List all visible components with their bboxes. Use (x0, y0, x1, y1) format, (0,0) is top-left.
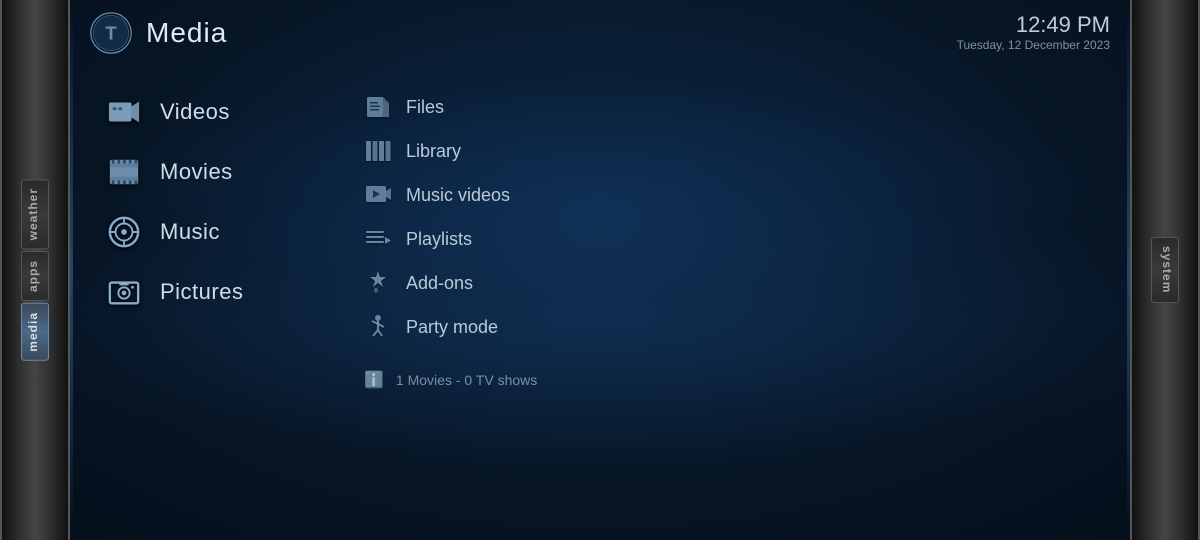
sub-item-files[interactable]: Files (350, 86, 551, 128)
sub-nav: Files Library (350, 84, 551, 400)
library-icon (364, 137, 392, 165)
music-icon (106, 214, 142, 250)
sub-label-add-ons: Add-ons (406, 273, 473, 294)
main-content: T Media 12:49 PM Tuesday, 12 December 20… (70, 0, 1130, 540)
sub-item-playlists[interactable]: Playlists (350, 218, 551, 260)
nav-item-music[interactable]: Music (90, 204, 310, 260)
nav-item-movies[interactable]: Movies (90, 144, 310, 200)
party-mode-icon (364, 313, 392, 341)
header-right: 12:49 PM Tuesday, 12 December 2023 (957, 12, 1110, 52)
files-icon (364, 93, 392, 121)
nav-item-pictures[interactable]: Pictures (90, 264, 310, 320)
clock: 12:49 PM (957, 12, 1110, 38)
sub-label-party-mode: Party mode (406, 317, 498, 338)
sidebar-item-weather[interactable]: weather (21, 179, 49, 249)
info-text: 1 Movies - 0 TV shows (396, 372, 537, 388)
music-videos-icon (364, 181, 392, 209)
sub-item-music-videos[interactable]: Music videos (350, 174, 551, 216)
header-left: T Media (90, 12, 227, 54)
nav-label-videos: Videos (160, 99, 230, 125)
info-icon: ℹ️ (364, 370, 384, 390)
nav-label-music: Music (160, 219, 220, 245)
nav-label-movies: Movies (160, 159, 233, 185)
sub-item-library[interactable]: Library (350, 130, 551, 172)
sub-item-add-ons[interactable]: Add-ons (350, 262, 551, 304)
sub-label-files: Files (406, 97, 444, 118)
page-title: Media (146, 17, 227, 49)
right-side-panel: system (1130, 0, 1200, 540)
right-tab-group: system (1132, 0, 1198, 540)
sub-item-party-mode[interactable]: Party mode (350, 306, 551, 348)
main-nav: Videos (90, 84, 310, 400)
sub-label-music-videos: Music videos (406, 185, 510, 206)
date: Tuesday, 12 December 2023 (957, 38, 1110, 52)
add-ons-icon (364, 269, 392, 297)
svg-text:T: T (105, 22, 117, 43)
movies-icon (106, 154, 142, 190)
content-area: Videos (70, 64, 1130, 400)
info-bar: ℹ️ 1 Movies - 0 TV shows (350, 360, 551, 400)
tesla-logo: T (90, 12, 132, 54)
left-side-panel: weather apps media (0, 0, 70, 540)
videos-icon (106, 94, 142, 130)
header: T Media 12:49 PM Tuesday, 12 December 20… (70, 0, 1130, 54)
sub-label-library: Library (406, 141, 461, 162)
sidebar-item-media[interactable]: media (21, 303, 49, 361)
nav-label-pictures: Pictures (160, 279, 243, 305)
sidebar-item-system[interactable]: system (1151, 237, 1179, 302)
nav-item-videos[interactable]: Videos (90, 84, 310, 140)
sub-label-playlists: Playlists (406, 229, 472, 250)
left-tab-group: weather apps media (2, 0, 68, 540)
sidebar-item-apps[interactable]: apps (21, 251, 49, 301)
playlists-icon (364, 225, 392, 253)
pictures-icon (106, 274, 142, 310)
